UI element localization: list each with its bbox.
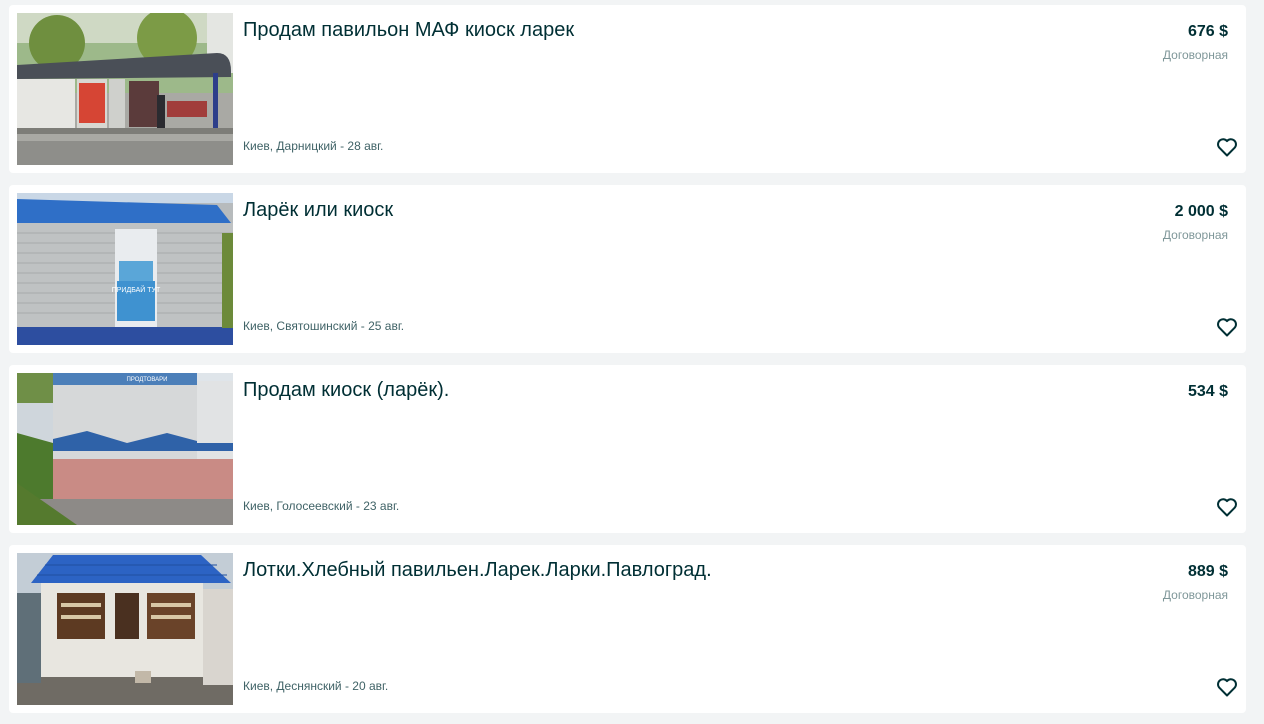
listing-card[interactable]: Продам павильон МАФ киоск ларек 676 $ До… [9, 5, 1246, 173]
listing-price: 2 000 $ [1174, 203, 1228, 220]
listing-location-date: Киев, Дарницкий - 28 авг. [243, 139, 384, 153]
kiosk-sign-text: ПРИДБАЙ ТУТ [112, 285, 161, 294]
listing-card[interactable]: ПРОДТОВАРИ Продам киоск (ларёк). 534 $ К… [9, 365, 1246, 533]
listing-photo[interactable]: ПРОДТОВАРИ [17, 373, 233, 525]
listing-card[interactable]: Лотки.Хлебный павильен.Ларек.Ларки.Павло… [9, 545, 1246, 713]
kiosk-sign-text: ПРОДТОВАРИ [127, 377, 168, 383]
listing-photo[interactable] [17, 553, 233, 705]
heart-outline-icon[interactable] [1215, 495, 1239, 519]
listing-title[interactable]: Продам киоск (ларёк). [243, 378, 449, 402]
listing-title[interactable]: Продам павильон МАФ киоск ларек [243, 18, 574, 42]
negotiable-label: Договорная [1162, 228, 1228, 242]
listing-photo[interactable]: ПРИДБАЙ ТУТ [17, 193, 233, 345]
listing-location-date: Киев, Святошинский - 25 авг. [243, 319, 405, 333]
listing-price: 889 $ [1187, 563, 1228, 580]
listing-location-date: Киев, Голосеевский - 23 авг. [243, 499, 400, 513]
listing-price: 676 $ [1187, 23, 1228, 40]
negotiable-label: Договорная [1162, 48, 1228, 62]
listing-card[interactable]: ПРИДБАЙ ТУТ Ларёк или киоск 2 000 $ Дого… [9, 185, 1246, 353]
listing-photo[interactable] [17, 13, 233, 165]
listing-title[interactable]: Лотки.Хлебный павильен.Ларек.Ларки.Павло… [243, 558, 712, 582]
heart-outline-icon[interactable] [1215, 135, 1239, 159]
listing-price: 534 $ [1187, 383, 1228, 400]
listing-list: Продам павильон МАФ киоск ларек 676 $ До… [0, 0, 1264, 724]
heart-outline-icon[interactable] [1215, 675, 1239, 699]
listing-location-date: Киев, Деснянский - 20 авг. [243, 679, 389, 693]
listing-title[interactable]: Ларёк или киоск [243, 198, 393, 222]
heart-outline-icon[interactable] [1215, 315, 1239, 339]
negotiable-label: Договорная [1162, 588, 1228, 602]
